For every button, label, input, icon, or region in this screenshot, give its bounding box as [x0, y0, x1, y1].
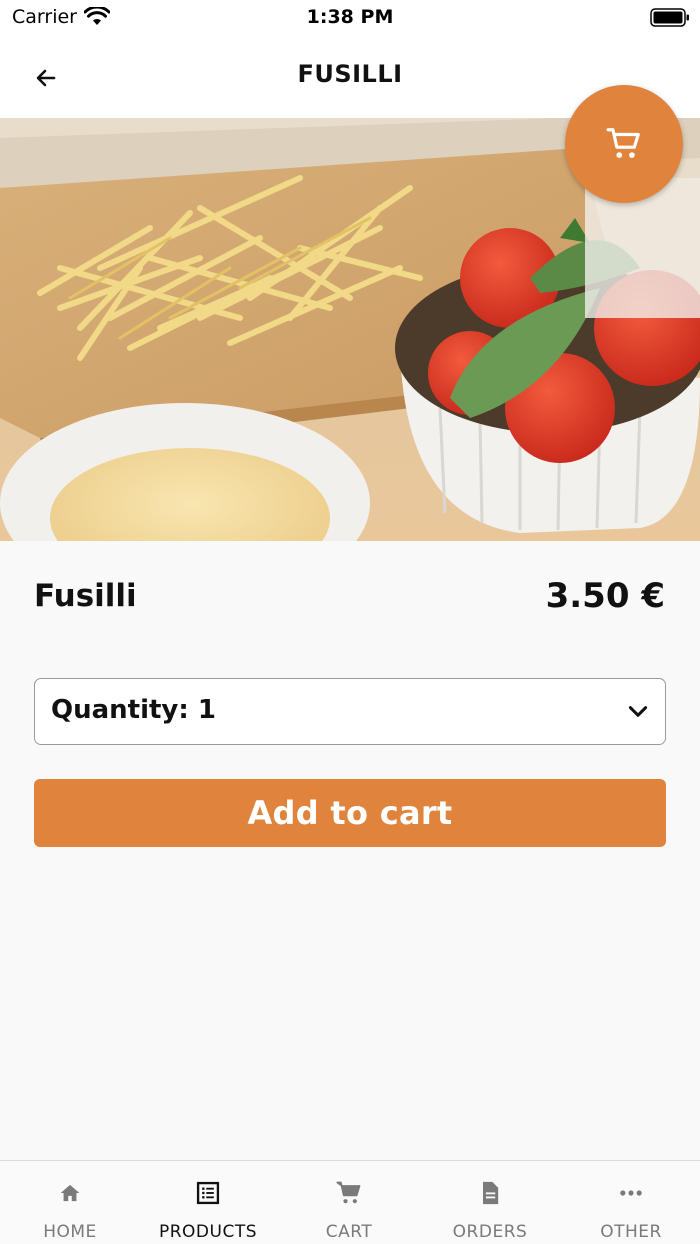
- home-icon: [60, 1184, 80, 1202]
- product-name: Fusilli: [34, 578, 137, 614]
- quantity-label: Quantity: 1: [51, 695, 216, 725]
- status-time: 1:38 PM: [306, 6, 394, 28]
- chevron-down-icon: [628, 706, 648, 717]
- battery-icon: [650, 8, 689, 27]
- tab-label: CART: [325, 1222, 373, 1242]
- tab-products[interactable]: PRODUCTS: [138, 1161, 278, 1244]
- add-to-cart-button[interactable]: Add to cart: [34, 779, 666, 847]
- tab-other[interactable]: OTHER: [561, 1161, 700, 1244]
- document-icon: [483, 1181, 499, 1205]
- product-price: 3.50 €: [545, 576, 665, 616]
- floating-cart-button[interactable]: [565, 85, 683, 203]
- cart-icon: [606, 128, 640, 158]
- tab-label: OTHER: [600, 1222, 662, 1242]
- quantity-select[interactable]: Quantity: 1: [34, 678, 666, 745]
- page-title: FUSILLI: [297, 60, 403, 88]
- tab-label: PRODUCTS: [158, 1222, 258, 1242]
- add-to-cart-label: Add to cart: [247, 794, 453, 832]
- cart-icon: [336, 1181, 361, 1204]
- status-bar: Carrier 1:38 PM: [0, 0, 700, 36]
- list-icon: [196, 1181, 220, 1205]
- tab-home[interactable]: HOME: [0, 1161, 140, 1244]
- tab-orders[interactable]: ORDERS: [420, 1161, 560, 1244]
- tab-label: ORDERS: [452, 1222, 528, 1242]
- more-icon: [620, 1190, 642, 1196]
- bottom-tab-bar: HOME PRODUCTS CART ORDERS OTHER: [0, 1160, 700, 1244]
- tab-cart[interactable]: CART: [279, 1161, 419, 1244]
- tab-label: HOME: [43, 1222, 97, 1242]
